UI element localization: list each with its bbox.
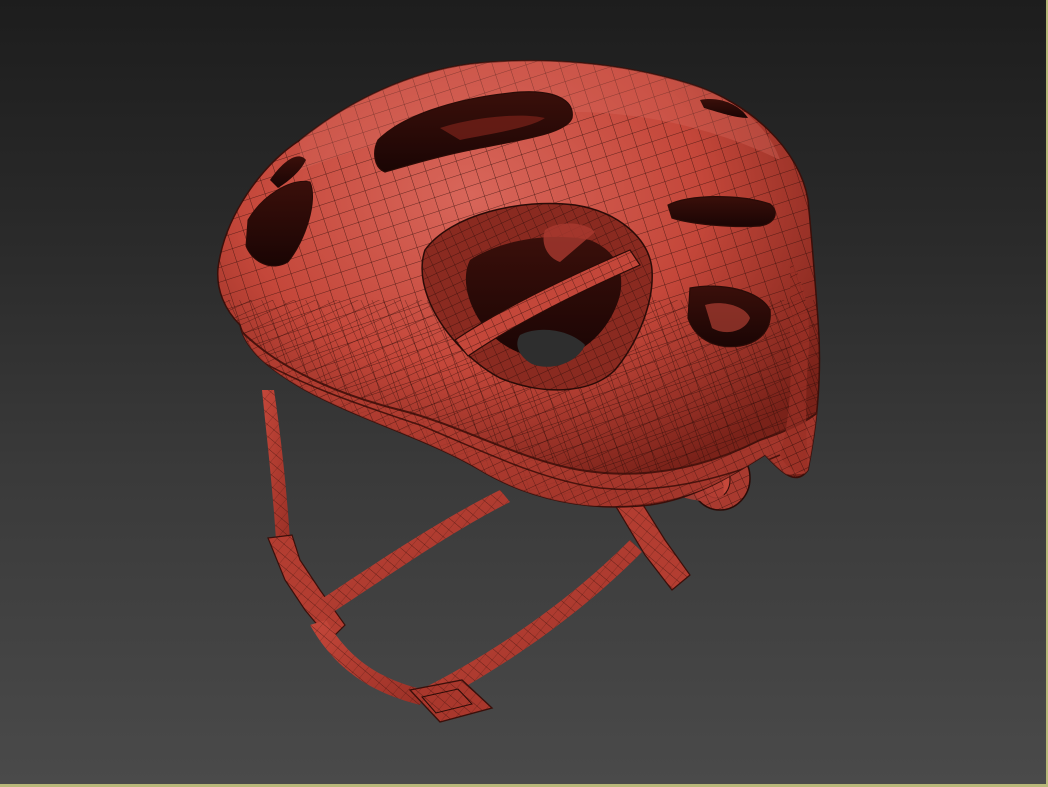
3d-viewport[interactable]: [0, 0, 1048, 787]
helmet-model-render[interactable]: [0, 0, 1048, 787]
helmet-shell: [216, 59, 821, 508]
